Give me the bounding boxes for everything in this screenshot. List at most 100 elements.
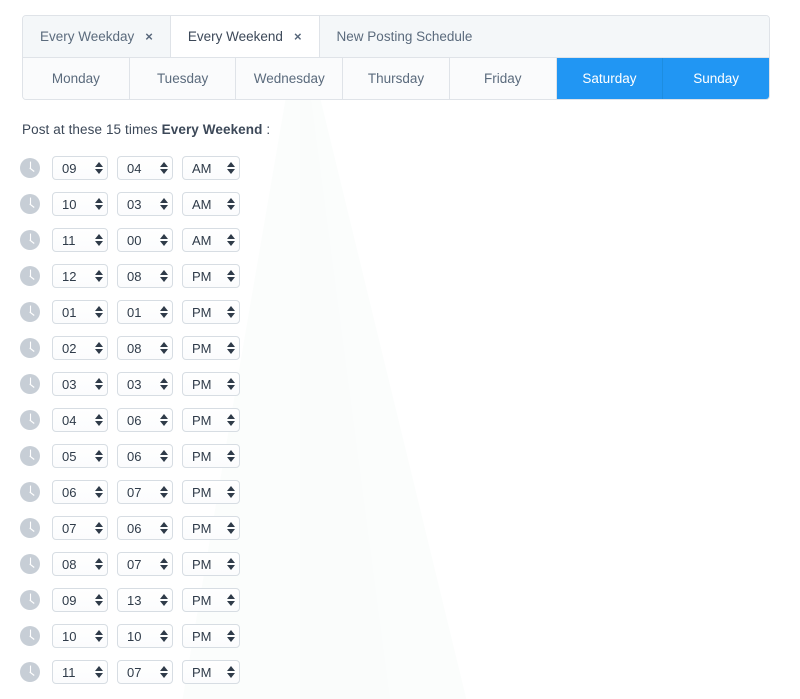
spinner-down-icon[interactable] — [95, 385, 103, 390]
hour-stepper-spinner[interactable] — [91, 625, 107, 647]
hour-stepper-spinner[interactable] — [91, 373, 107, 395]
spinner-up-icon[interactable] — [95, 558, 103, 563]
spinner-up-icon[interactable] — [160, 162, 168, 167]
meridiem-stepper-spinner[interactable] — [223, 445, 239, 467]
hour-stepper-spinner[interactable] — [91, 553, 107, 575]
spinner-up-icon[interactable] — [95, 630, 103, 635]
spinner-down-icon[interactable] — [227, 673, 235, 678]
spinner-down-icon[interactable] — [227, 601, 235, 606]
spinner-down-icon[interactable] — [95, 349, 103, 354]
spinner-up-icon[interactable] — [227, 270, 235, 275]
hour-stepper-spinner[interactable] — [91, 229, 107, 251]
spinner-down-icon[interactable] — [160, 205, 168, 210]
spinner-up-icon[interactable] — [227, 666, 235, 671]
spinner-up-icon[interactable] — [227, 234, 235, 239]
hour-stepper-spinner[interactable] — [91, 265, 107, 287]
spinner-up-icon[interactable] — [95, 378, 103, 383]
spinner-down-icon[interactable] — [160, 457, 168, 462]
spinner-down-icon[interactable] — [227, 349, 235, 354]
spinner-down-icon[interactable] — [95, 673, 103, 678]
spinner-up-icon[interactable] — [227, 306, 235, 311]
spinner-down-icon[interactable] — [160, 313, 168, 318]
spinner-up-icon[interactable] — [160, 666, 168, 671]
hour-stepper-spinner[interactable] — [91, 409, 107, 431]
hour-stepper-spinner[interactable] — [91, 589, 107, 611]
minute-stepper-spinner[interactable] — [156, 481, 172, 503]
spinner-down-icon[interactable] — [160, 385, 168, 390]
spinner-up-icon[interactable] — [160, 306, 168, 311]
tab-new-posting-schedule[interactable]: New Posting Schedule — [320, 16, 769, 57]
spinner-up-icon[interactable] — [95, 198, 103, 203]
meridiem-stepper-spinner[interactable] — [223, 301, 239, 323]
spinner-up-icon[interactable] — [160, 594, 168, 599]
meridiem-stepper[interactable]: AM — [182, 228, 240, 252]
minute-stepper[interactable]: 00 — [117, 228, 173, 252]
spinner-down-icon[interactable] — [95, 457, 103, 462]
minute-stepper-spinner[interactable] — [156, 301, 172, 323]
spinner-up-icon[interactable] — [227, 558, 235, 563]
meridiem-stepper[interactable]: PM — [182, 264, 240, 288]
meridiem-stepper[interactable]: AM — [182, 156, 240, 180]
spinner-up-icon[interactable] — [160, 522, 168, 527]
minute-stepper[interactable]: 03 — [117, 192, 173, 216]
day-button-wednesday[interactable]: Wednesday — [236, 58, 343, 99]
hour-stepper[interactable]: 01 — [52, 300, 108, 324]
spinner-up-icon[interactable] — [95, 666, 103, 671]
minute-stepper-spinner[interactable] — [156, 661, 172, 683]
hour-stepper-spinner[interactable] — [91, 445, 107, 467]
spinner-up-icon[interactable] — [227, 630, 235, 635]
spinner-down-icon[interactable] — [227, 493, 235, 498]
day-button-friday[interactable]: Friday — [450, 58, 557, 99]
minute-stepper[interactable]: 06 — [117, 408, 173, 432]
meridiem-stepper[interactable]: PM — [182, 588, 240, 612]
spinner-down-icon[interactable] — [160, 601, 168, 606]
meridiem-stepper-spinner[interactable] — [223, 229, 239, 251]
minute-stepper-spinner[interactable] — [156, 589, 172, 611]
spinner-up-icon[interactable] — [160, 378, 168, 383]
minute-stepper[interactable]: 13 — [117, 588, 173, 612]
minute-stepper[interactable]: 08 — [117, 336, 173, 360]
minute-stepper[interactable]: 07 — [117, 552, 173, 576]
hour-stepper-spinner[interactable] — [91, 193, 107, 215]
spinner-up-icon[interactable] — [95, 522, 103, 527]
spinner-up-icon[interactable] — [95, 270, 103, 275]
minute-stepper-spinner[interactable] — [156, 409, 172, 431]
hour-stepper[interactable]: 09 — [52, 156, 108, 180]
hour-stepper[interactable]: 08 — [52, 552, 108, 576]
spinner-up-icon[interactable] — [227, 450, 235, 455]
hour-stepper[interactable]: 10 — [52, 624, 108, 648]
minute-stepper-spinner[interactable] — [156, 373, 172, 395]
minute-stepper-spinner[interactable] — [156, 337, 172, 359]
meridiem-stepper[interactable]: PM — [182, 444, 240, 468]
spinner-up-icon[interactable] — [160, 558, 168, 563]
hour-stepper[interactable]: 11 — [52, 660, 108, 684]
hour-stepper-spinner[interactable] — [91, 481, 107, 503]
minute-stepper-spinner[interactable] — [156, 157, 172, 179]
spinner-up-icon[interactable] — [227, 486, 235, 491]
spinner-down-icon[interactable] — [95, 565, 103, 570]
meridiem-stepper[interactable]: PM — [182, 660, 240, 684]
spinner-up-icon[interactable] — [227, 198, 235, 203]
spinner-up-icon[interactable] — [227, 342, 235, 347]
spinner-up-icon[interactable] — [227, 522, 235, 527]
spinner-down-icon[interactable] — [160, 493, 168, 498]
close-icon[interactable]: × — [294, 30, 302, 43]
spinner-down-icon[interactable] — [95, 637, 103, 642]
hour-stepper[interactable]: 02 — [52, 336, 108, 360]
spinner-up-icon[interactable] — [227, 594, 235, 599]
spinner-down-icon[interactable] — [227, 565, 235, 570]
spinner-up-icon[interactable] — [160, 270, 168, 275]
spinner-down-icon[interactable] — [95, 241, 103, 246]
hour-stepper-spinner[interactable] — [91, 517, 107, 539]
spinner-up-icon[interactable] — [160, 486, 168, 491]
hour-stepper-spinner[interactable] — [91, 301, 107, 323]
spinner-up-icon[interactable] — [227, 414, 235, 419]
meridiem-stepper[interactable]: PM — [182, 624, 240, 648]
meridiem-stepper-spinner[interactable] — [223, 553, 239, 575]
spinner-down-icon[interactable] — [95, 205, 103, 210]
minute-stepper-spinner[interactable] — [156, 625, 172, 647]
spinner-down-icon[interactable] — [160, 529, 168, 534]
spinner-down-icon[interactable] — [95, 169, 103, 174]
spinner-down-icon[interactable] — [227, 241, 235, 246]
spinner-down-icon[interactable] — [160, 241, 168, 246]
